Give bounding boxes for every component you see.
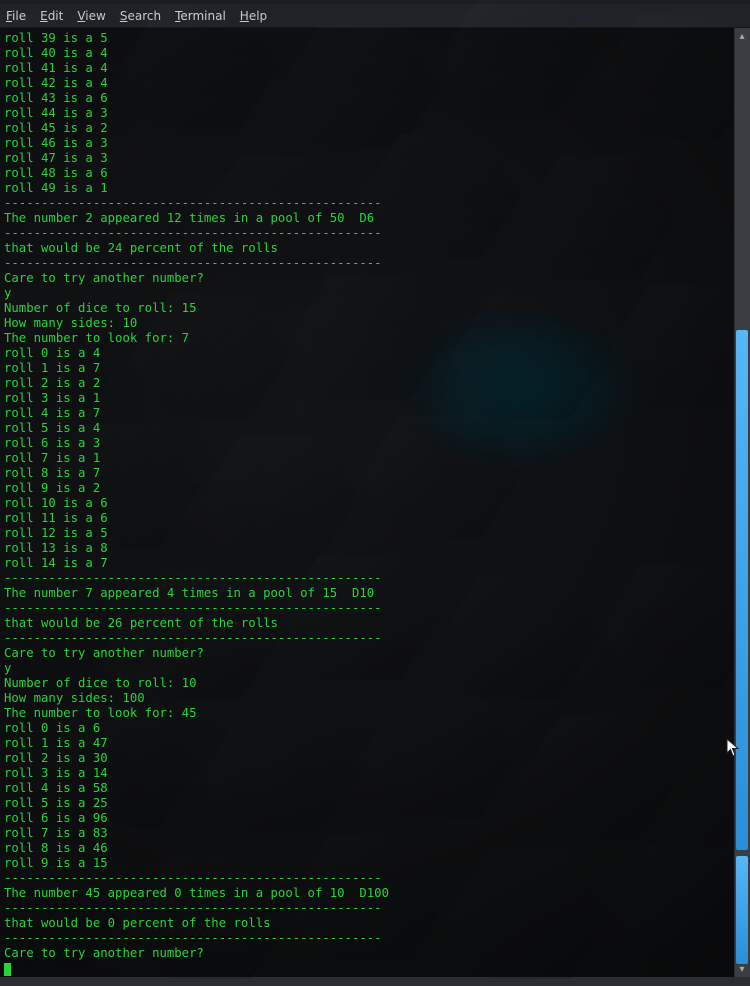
terminal-line: roll 6 is a 3 xyxy=(4,436,746,451)
terminal-line: roll 0 is a 6 xyxy=(4,721,746,736)
terminal-line: The number to look for: 45 xyxy=(4,706,746,721)
terminal-line: ----------------------------------------… xyxy=(4,871,746,886)
terminal-line: ----------------------------------------… xyxy=(4,571,746,586)
terminal-cursor-line[interactable] xyxy=(4,961,746,976)
terminal-window: roll 39 is a 5roll 40 is a 4roll 41 is a… xyxy=(0,28,750,977)
terminal-line: roll 3 is a 14 xyxy=(4,766,746,781)
terminal-line: roll 1 is a 7 xyxy=(4,361,746,376)
terminal-line: roll 12 is a 5 xyxy=(4,526,746,541)
terminal-line: roll 5 is a 25 xyxy=(4,796,746,811)
terminal-line: roll 47 is a 3 xyxy=(4,151,746,166)
terminal-output[interactable]: roll 39 is a 5roll 40 is a 4roll 41 is a… xyxy=(0,28,750,977)
terminal-line: ----------------------------------------… xyxy=(4,196,746,211)
scroll-down-arrow-icon[interactable]: ▾ xyxy=(734,961,750,977)
terminal-line: The number 2 appeared 12 times in a pool… xyxy=(4,211,746,226)
scroll-up-arrow-icon[interactable]: ▴ xyxy=(734,28,750,44)
terminal-line: How many sides: 10 xyxy=(4,316,746,331)
scrollbar-track[interactable]: ▴ ▾ xyxy=(734,28,750,977)
terminal-line: roll 2 is a 2 xyxy=(4,376,746,391)
terminal-line: roll 9 is a 2 xyxy=(4,481,746,496)
scroll-thumb-lower[interactable] xyxy=(736,856,748,964)
terminal-line: The number 45 appeared 0 times in a pool… xyxy=(4,886,746,901)
terminal-line: roll 6 is a 96 xyxy=(4,811,746,826)
terminal-line: roll 46 is a 3 xyxy=(4,136,746,151)
terminal-line: that would be 26 percent of the rolls xyxy=(4,616,746,631)
terminal-line: roll 10 is a 6 xyxy=(4,496,746,511)
terminal-line: Number of dice to roll: 10 xyxy=(4,676,746,691)
terminal-line: roll 14 is a 7 xyxy=(4,556,746,571)
terminal-line: ----------------------------------------… xyxy=(4,601,746,616)
terminal-line: Care to try another number? xyxy=(4,271,746,286)
terminal-line: roll 42 is a 4 xyxy=(4,76,746,91)
terminal-line: roll 44 is a 3 xyxy=(4,106,746,121)
terminal-line: roll 1 is a 47 xyxy=(4,736,746,751)
terminal-line: The number 7 appeared 4 times in a pool … xyxy=(4,586,746,601)
terminal-line: roll 9 is a 15 xyxy=(4,856,746,871)
terminal-line: ----------------------------------------… xyxy=(4,226,746,241)
terminal-line: roll 39 is a 5 xyxy=(4,31,746,46)
text-cursor-icon xyxy=(4,963,11,976)
terminal-line: roll 8 is a 7 xyxy=(4,466,746,481)
terminal-line: How many sides: 100 xyxy=(4,691,746,706)
terminal-line: ----------------------------------------… xyxy=(4,256,746,271)
terminal-line: roll 48 is a 6 xyxy=(4,166,746,181)
terminal-line: roll 45 is a 2 xyxy=(4,121,746,136)
terminal-line: roll 5 is a 4 xyxy=(4,421,746,436)
terminal-line: ----------------------------------------… xyxy=(4,631,746,646)
terminal-line: Care to try another number? xyxy=(4,946,746,961)
terminal-line: y xyxy=(4,661,746,676)
terminal-line: roll 13 is a 8 xyxy=(4,541,746,556)
terminal-line: roll 7 is a 1 xyxy=(4,451,746,466)
terminal-line: roll 11 is a 6 xyxy=(4,511,746,526)
terminal-line: that would be 0 percent of the rolls xyxy=(4,916,746,931)
terminal-line: ----------------------------------------… xyxy=(4,931,746,946)
terminal-line: roll 40 is a 4 xyxy=(4,46,746,61)
terminal-line: The number to look for: 7 xyxy=(4,331,746,346)
terminal-line: roll 3 is a 1 xyxy=(4,391,746,406)
scroll-thumb-upper[interactable] xyxy=(736,330,748,850)
terminal-line: ----------------------------------------… xyxy=(4,901,746,916)
terminal-line: roll 8 is a 46 xyxy=(4,841,746,856)
terminal-line: roll 2 is a 30 xyxy=(4,751,746,766)
terminal-line: Number of dice to roll: 15 xyxy=(4,301,746,316)
terminal-line: roll 49 is a 1 xyxy=(4,181,746,196)
terminal-line: that would be 24 percent of the rolls xyxy=(4,241,746,256)
terminal-line: roll 43 is a 6 xyxy=(4,91,746,106)
terminal-line: y xyxy=(4,286,746,301)
terminal-line: roll 0 is a 4 xyxy=(4,346,746,361)
terminal-line: roll 4 is a 58 xyxy=(4,781,746,796)
terminal-line: roll 41 is a 4 xyxy=(4,61,746,76)
terminal-line: roll 4 is a 7 xyxy=(4,406,746,421)
terminal-line: roll 7 is a 83 xyxy=(4,826,746,841)
terminal-line: Care to try another number? xyxy=(4,646,746,661)
